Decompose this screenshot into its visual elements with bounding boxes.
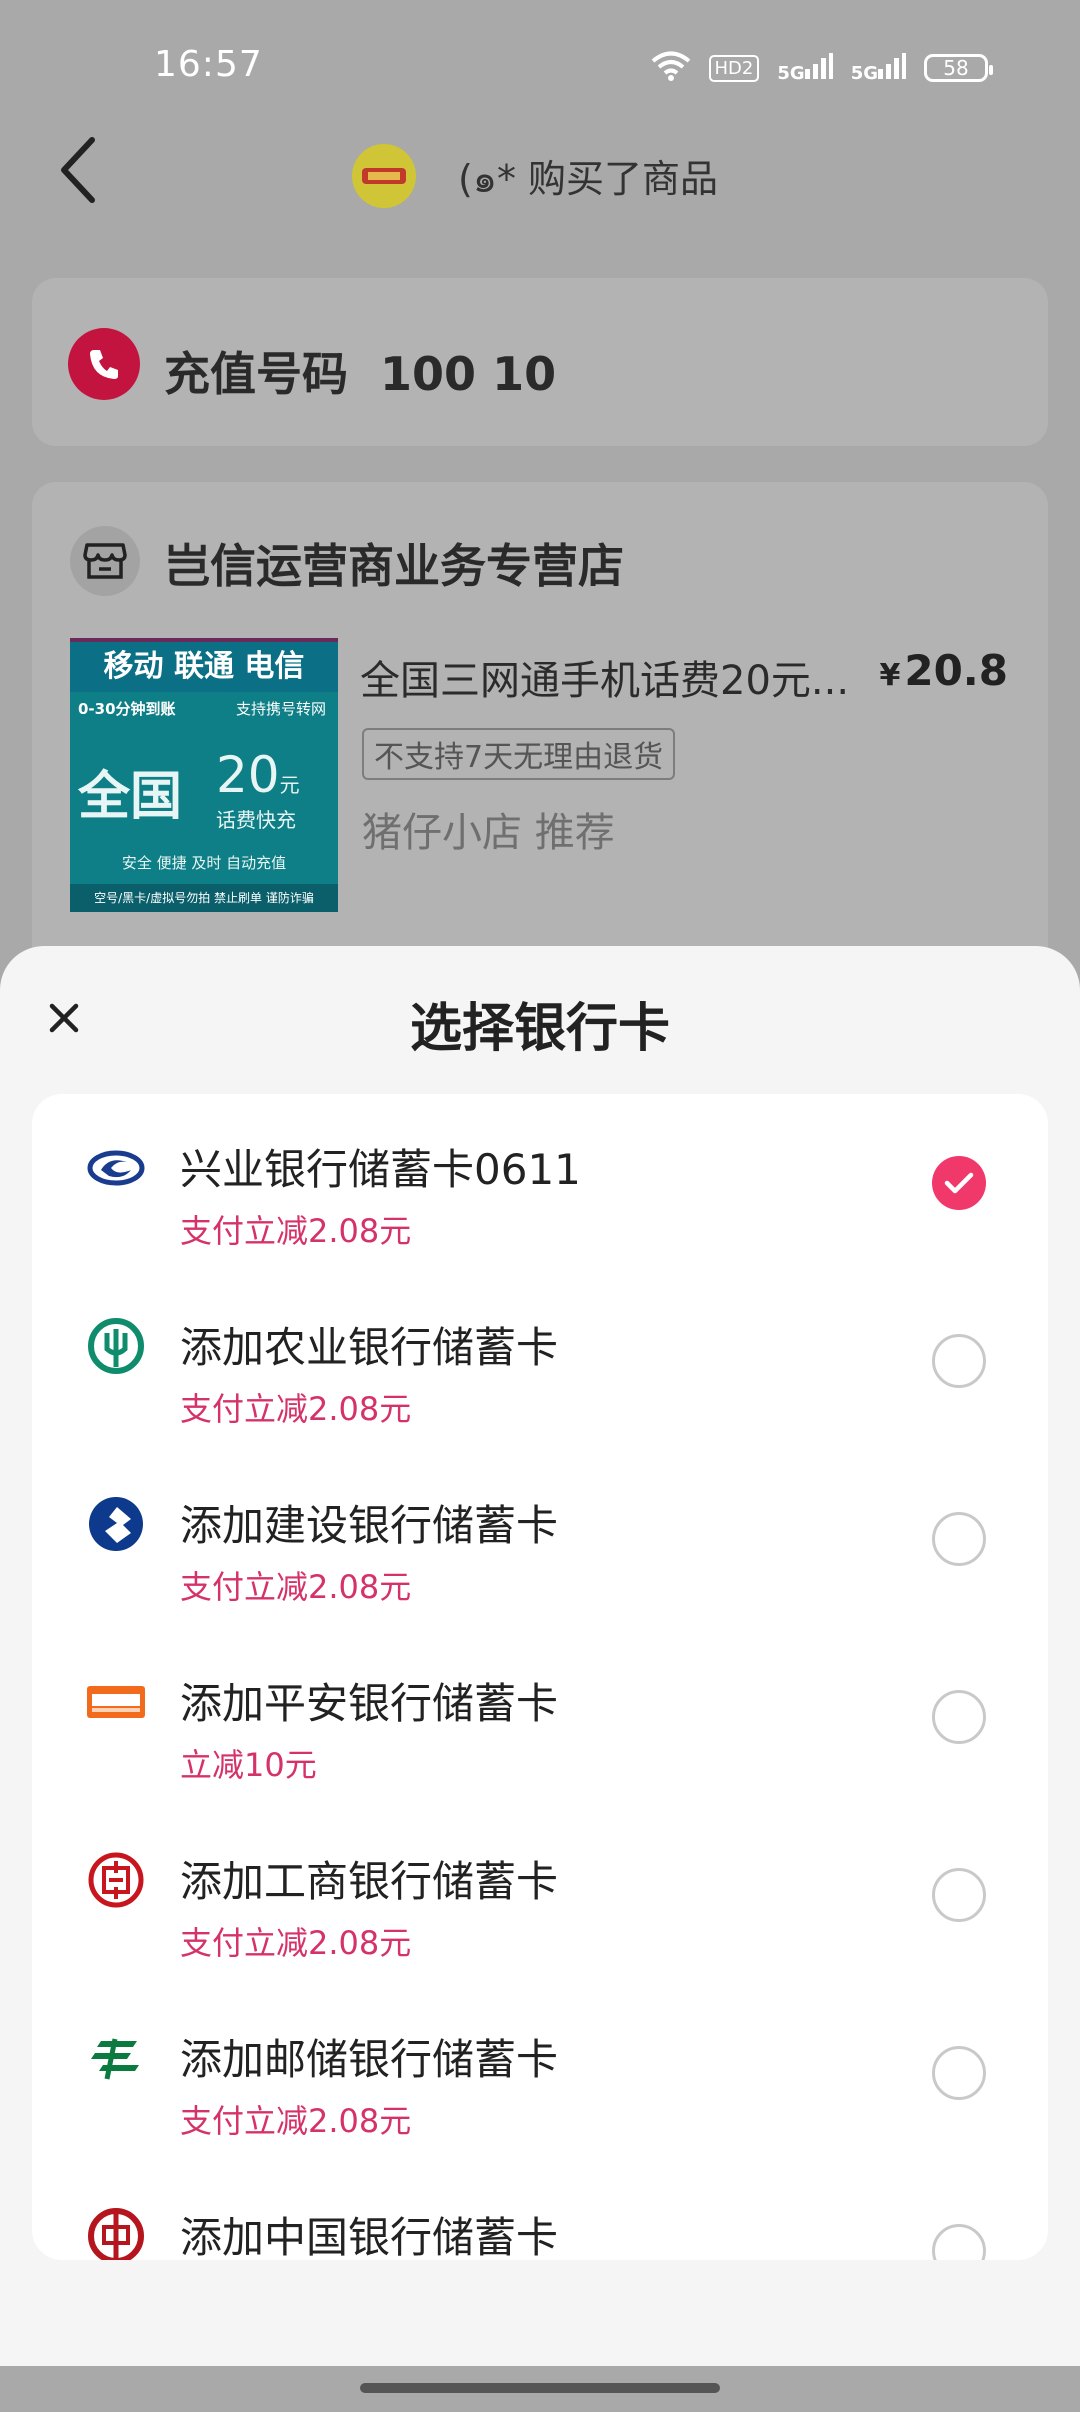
bank-option-ccb[interactable]: 添加建设银行储蓄卡 支付立减2.08元 xyxy=(32,1450,1048,1628)
bank-option-psbc[interactable]: 添加邮储银行储蓄卡 支付立减2.08元 xyxy=(32,1984,1048,2162)
currency-symbol: ¥ xyxy=(879,658,901,693)
price-value: 20.8 xyxy=(904,646,1008,695)
battery-icon: 58 xyxy=(924,54,993,82)
store-name[interactable]: 岂信运营商业务专营店 xyxy=(164,530,624,596)
bank-promo: 支付立减2.08元 xyxy=(180,2102,412,2140)
signal-5g-icon: 5G xyxy=(850,52,906,84)
bank-name: 兴业银行储蓄卡0611 xyxy=(180,1145,581,1194)
bank-promo: 支付立减2.08元 xyxy=(180,1390,412,1428)
radio-unchecked[interactable] xyxy=(932,1334,986,1388)
abc-logo-icon xyxy=(84,1314,148,1378)
bank-option-icbc[interactable]: 添加工商银行储蓄卡 支付立减2.08元 xyxy=(32,1806,1048,1984)
product-image[interactable]: 移动 联通 电信 0-30分钟到账 支持携号转网 全国 20元 话费快充 安全 … xyxy=(70,638,338,912)
status-icons: HD2 5G 5G 58 xyxy=(651,50,993,86)
battery-level: 58 xyxy=(943,56,969,80)
product-image-carriers: 移动 联通 电信 xyxy=(70,642,338,692)
store-icon xyxy=(70,526,140,596)
bank-name: 添加工商银行储蓄卡 xyxy=(180,1857,559,1906)
product-image-speed: 0-30分钟到账 xyxy=(78,700,176,718)
radio-unchecked[interactable] xyxy=(932,2046,986,2100)
ccb-logo-icon xyxy=(84,1492,148,1556)
status-time: 16:57 xyxy=(154,44,263,85)
radio-unchecked[interactable] xyxy=(932,1868,986,1922)
wifi-icon xyxy=(651,50,691,86)
cib-logo-icon xyxy=(84,1136,148,1200)
bank-promo: 立减10元 xyxy=(180,1746,317,1784)
bank-option-boc[interactable]: 添加中国银行储蓄卡 xyxy=(32,2162,1048,2260)
bank-name: 添加邮储银行储蓄卡 xyxy=(180,2035,559,2084)
radio-unchecked[interactable] xyxy=(932,1512,986,1566)
bank-promo: 支付立减2.08元 xyxy=(180,1568,412,1606)
hd-icon: HD2 xyxy=(708,54,760,82)
product-image-features: 安全 便捷 及时 自动充值 xyxy=(121,854,287,872)
bank-name: 添加农业银行储蓄卡 xyxy=(180,1323,559,1372)
back-button[interactable] xyxy=(50,132,110,208)
page-title: (๑* 购买了商品 xyxy=(458,157,719,201)
home-indicator[interactable] xyxy=(360,2383,720,2393)
check-icon xyxy=(944,1172,974,1194)
psbc-logo-icon xyxy=(84,2026,148,2090)
product-image-amount: 20元 xyxy=(216,746,300,804)
bank-name: 添加中国银行储蓄卡 xyxy=(180,2213,559,2260)
product-image-fast: 话费快充 xyxy=(216,808,296,832)
bank-option-cib[interactable]: 兴业银行储蓄卡0611 支付立减2.08元 xyxy=(32,1094,1048,1272)
bank-option-abc[interactable]: 添加农业银行储蓄卡 支付立减2.08元 xyxy=(32,1272,1048,1450)
boc-logo-icon xyxy=(84,2204,148,2260)
phone-icon xyxy=(68,328,140,400)
product-image-amount-value: 20 xyxy=(216,746,280,804)
bank-name: 添加平安银行储蓄卡 xyxy=(180,1679,559,1728)
recharge-number-label: 充值号码 xyxy=(164,347,348,401)
radio-checked[interactable] xyxy=(932,1156,986,1210)
bank-name: 添加建设银行储蓄卡 xyxy=(180,1501,559,1550)
product-price: ¥20.8 xyxy=(879,646,1008,695)
chevron-left-icon xyxy=(61,137,95,203)
recharge-number-value: 100 10 xyxy=(380,347,557,401)
product-title[interactable]: 全国三网通手机话费20元... xyxy=(360,648,880,706)
bank-promo: 支付立减2.08元 xyxy=(180,1924,412,1962)
product-image-region: 全国 xyxy=(78,767,183,827)
signal-5g-label: 5G xyxy=(777,62,805,84)
recommend-text: 猪仔小店 推荐 xyxy=(362,810,615,856)
icbc-logo-icon xyxy=(84,1848,148,1912)
no-return-tag: 不支持7天无理由退货 xyxy=(362,728,676,780)
product-image-transfer: 支持携号转网 xyxy=(235,700,326,718)
signal-5g-icon: 5G xyxy=(777,52,833,84)
bank-promo: 支付立减2.08元 xyxy=(180,1212,412,1250)
product-image-warning: 空号/黑卡/虚拟号勿拍 禁止刷单 谨防诈骗 xyxy=(70,884,338,912)
recharge-number: 充值号码 100 10 xyxy=(164,338,556,404)
product-image-unit: 元 xyxy=(279,773,300,797)
signal-5g-label: 5G xyxy=(850,62,878,84)
avatar xyxy=(352,144,416,208)
pingan-logo-icon xyxy=(84,1670,148,1734)
bank-list: 兴业银行储蓄卡0611 支付立减2.08元 添加农业银行储蓄卡 支付立减2.08… xyxy=(32,1094,1048,2260)
radio-unchecked[interactable] xyxy=(932,1690,986,1744)
bank-option-pingan[interactable]: 添加平安银行储蓄卡 立减10元 xyxy=(32,1628,1048,1806)
radio-unchecked[interactable] xyxy=(932,2224,986,2260)
sheet-footer xyxy=(0,2262,1080,2366)
sheet-title: 选择银行卡 xyxy=(409,999,670,1059)
